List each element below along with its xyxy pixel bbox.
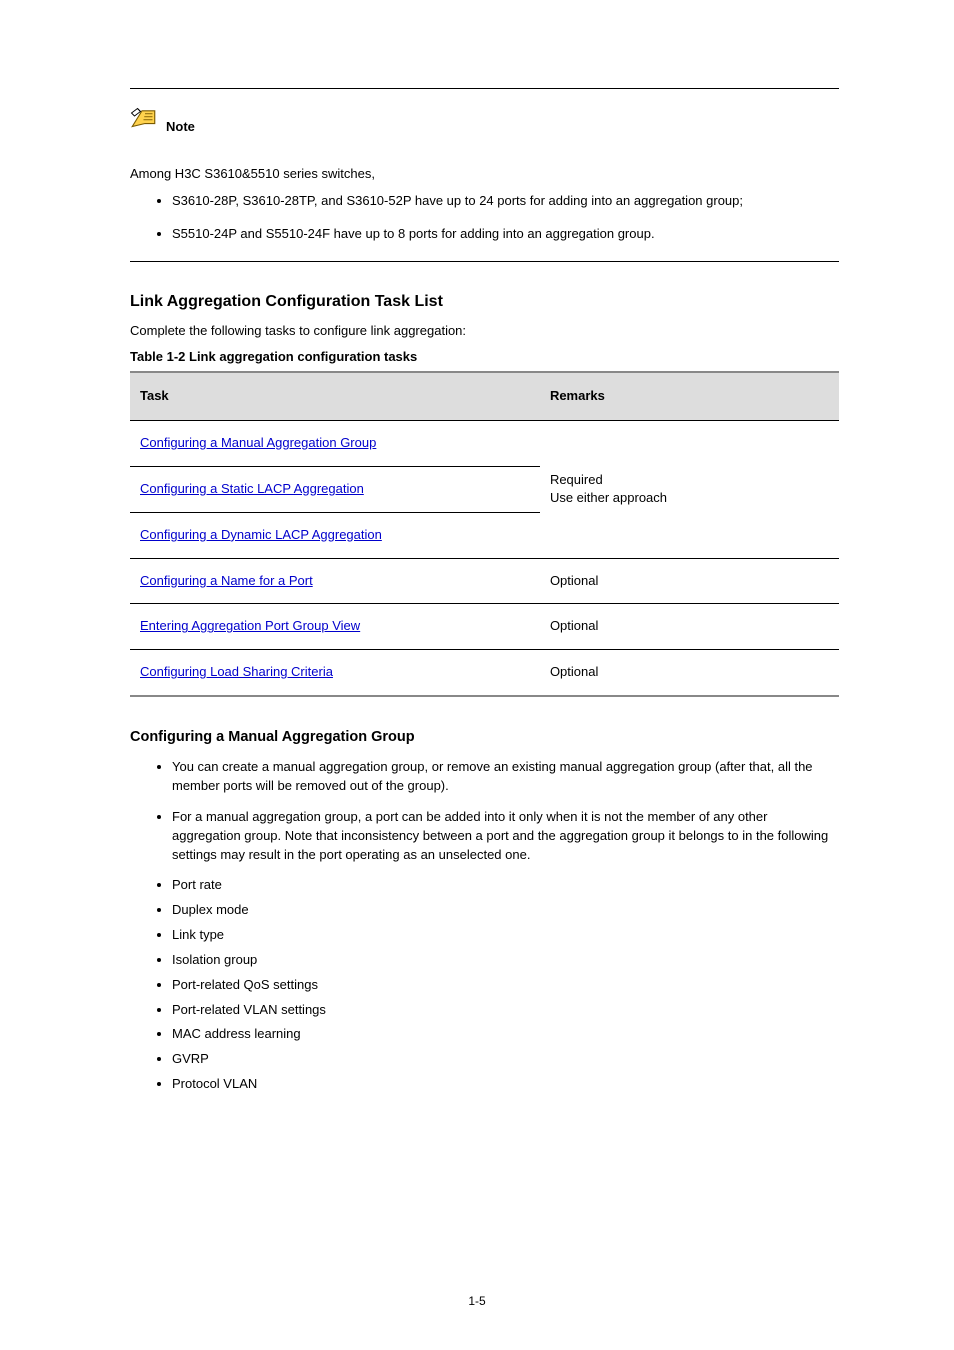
task-link-load-sharing[interactable]: Configuring Load Sharing Criteria — [140, 664, 333, 679]
note-bullet: S5510-24P and S5510-24F have up to 8 por… — [172, 225, 839, 244]
task-link-static-lacp[interactable]: Configuring a Static LACP Aggregation — [140, 481, 364, 496]
section-rule — [130, 261, 839, 262]
remarks-cell: Optional — [540, 558, 839, 604]
task-link-port-name[interactable]: Configuring a Name for a Port — [140, 573, 313, 588]
page: Note Among H3C S3610&5510 series switche… — [0, 0, 954, 1350]
table-row: Configuring a Name for a Port Optional — [130, 558, 839, 604]
table-header-remarks: Remarks — [540, 372, 839, 420]
remarks-text: Use either approach — [550, 489, 829, 508]
note-header: Note — [130, 107, 839, 137]
list-item: Port rate — [172, 876, 839, 895]
remarks-cell: Required Use either approach — [540, 421, 839, 559]
note-label: Note — [166, 118, 195, 137]
list-item: Port-related VLAN settings — [172, 1001, 839, 1020]
remarks-text: Required — [550, 471, 829, 490]
list-item: GVRP — [172, 1050, 839, 1069]
list-item: MAC address learning — [172, 1025, 839, 1044]
remarks-cell: Optional — [540, 604, 839, 650]
task-link-manual-aggregation[interactable]: Configuring a Manual Aggregation Group — [140, 435, 376, 450]
list-item: Port-related QoS settings — [172, 976, 839, 995]
manual-section-body: You can create a manual aggregation grou… — [130, 758, 839, 1094]
config-task-table: Task Remarks Configuring a Manual Aggreg… — [130, 371, 839, 697]
table-row: Configuring Load Sharing Criteria Option… — [130, 650, 839, 696]
section-heading-config: Link Aggregation Configuration Task List — [130, 290, 839, 313]
page-number: 1-5 — [0, 1293, 954, 1310]
table-caption-text: Table 1-2 Link aggregation configuration… — [130, 349, 417, 364]
note-bullet: S3610-28P, S3610-28TP, and S3610-52P hav… — [172, 192, 839, 211]
table-header-task: Task — [130, 372, 540, 420]
list-item: Duplex mode — [172, 901, 839, 920]
feature-bullet-list: Port rate Duplex mode Link type Isolation g… — [130, 876, 839, 1094]
note-bullet-list: S3610-28P, S3610-28TP, and S3610-52P hav… — [130, 192, 839, 244]
table-row: Configuring a Manual Aggregation Group R… — [130, 421, 839, 467]
top-rule — [130, 88, 839, 89]
config-intro: Complete the following tasks to configur… — [130, 322, 839, 341]
manual-lead-bullets: You can create a manual aggregation grou… — [130, 758, 839, 864]
section-heading-manual: Configuring a Manual Aggregation Group — [130, 727, 839, 748]
table-caption: Table 1-2 Link aggregation configuration… — [130, 348, 839, 367]
task-link-dynamic-lacp[interactable]: Configuring a Dynamic LACP Aggregation — [140, 527, 382, 542]
note-intro: Among H3C S3610&5510 series switches, — [130, 165, 839, 184]
note-block: Note Among H3C S3610&5510 series switche… — [130, 107, 839, 243]
note-icon — [130, 107, 160, 137]
table-row: Entering Aggregation Port Group View Opt… — [130, 604, 839, 650]
task-link-port-group-view[interactable]: Entering Aggregation Port Group View — [140, 618, 360, 633]
list-item: You can create a manual aggregation grou… — [172, 758, 839, 796]
list-item: Protocol VLAN — [172, 1075, 839, 1094]
list-item: Link type — [172, 926, 839, 945]
list-item: For a manual aggregation group, a port c… — [172, 808, 839, 865]
list-item: Isolation group — [172, 951, 839, 970]
remarks-cell: Optional — [540, 650, 839, 696]
